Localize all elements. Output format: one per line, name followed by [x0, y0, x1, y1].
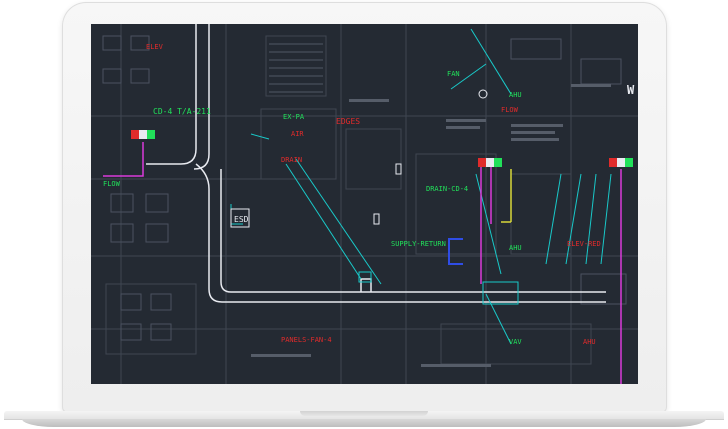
- cad-stairs: [269, 43, 323, 93]
- label-supply-return: SUPPLY-RETURN: [391, 240, 446, 248]
- label-ahu-right: AHU: [509, 244, 522, 252]
- label-drain-cd4: DRAIN-CD-4: [426, 185, 468, 193]
- laptop-base: [0, 411, 728, 429]
- equipment-badges: [131, 130, 633, 167]
- magenta-piping: [103, 142, 622, 384]
- laptop-base-bottom: [22, 419, 706, 427]
- cad-furniture: [102, 35, 627, 341]
- label-flow-upper: FLOW: [501, 106, 519, 114]
- label-w: W: [627, 83, 635, 97]
- label-elev-red: ELEV-RED: [567, 240, 601, 248]
- label-flow-left: FLOW: [103, 180, 121, 188]
- label-esd: ESD: [234, 215, 249, 224]
- label-duct-tag: CD-4 T/A-211: [153, 107, 211, 116]
- laptop-opening-notch: [300, 411, 428, 416]
- label-room-red: EDGES: [336, 117, 360, 126]
- cad-markers: [230, 89, 488, 228]
- laptop-mockup: ELEV CD-4 T/A-211 FLOW EX-PA EDGES AIR D…: [0, 0, 728, 429]
- control-wiring: [448, 169, 512, 265]
- label-elev: ELEV: [146, 43, 164, 51]
- label-panels: PANELS-FAN-4: [281, 336, 332, 344]
- laptop-screen: ELEV CD-4 T/A-211 FLOW EX-PA EDGES AIR D…: [91, 24, 638, 384]
- cad-notes: [251, 84, 611, 367]
- label-room-green: EX-PA: [283, 113, 305, 121]
- label-drain-box: DRAIN: [281, 156, 302, 164]
- label-vav: VAV: [509, 338, 522, 346]
- label-room-red-small: AIR: [291, 130, 304, 138]
- cad-drawing: ELEV CD-4 T/A-211 FLOW EX-PA EDGES AIR D…: [91, 24, 638, 384]
- cad-labels: ELEV CD-4 T/A-211 FLOW EX-PA EDGES AIR D…: [103, 43, 635, 346]
- supply-duct: [146, 24, 606, 303]
- label-ahu-upper: AHU: [509, 91, 522, 99]
- label-fan: FAN: [447, 70, 460, 78]
- label-ahu-bottom: AHU: [583, 338, 596, 346]
